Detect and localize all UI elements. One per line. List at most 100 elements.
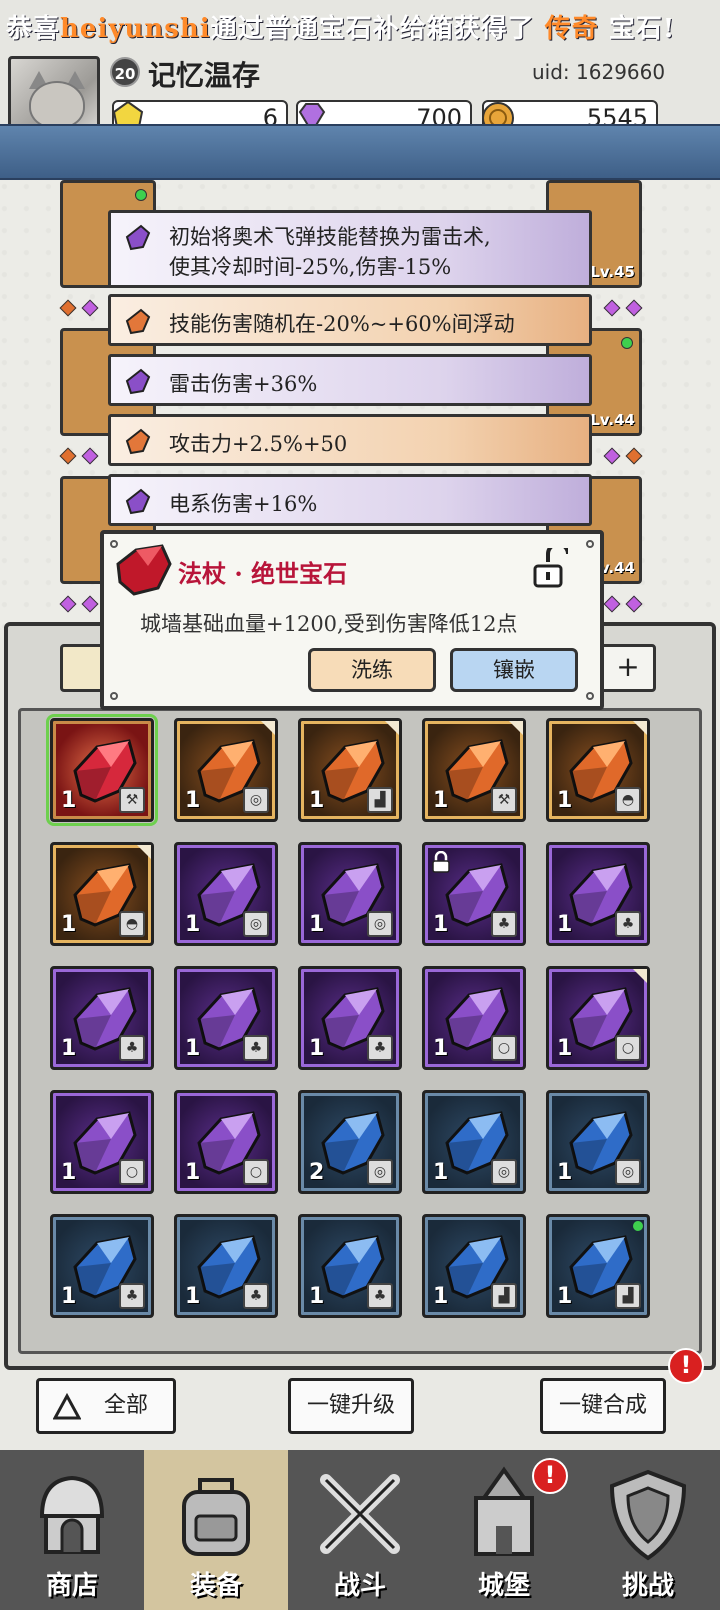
ring-slot-type-icon: ◎ [243, 787, 269, 813]
gem-title: 法杖 · 绝世宝石 [178, 559, 348, 588]
gem-slot[interactable]: 1 ◎ [422, 1090, 526, 1194]
gem-attribute-row: 初始将奥术飞弹技能替换为雷击术, 使其冷却时间-25%,伤害-15% [108, 210, 592, 288]
upgrade-all-button[interactable]: 一键升级 [288, 1378, 414, 1434]
orange-gem-icon [125, 308, 151, 335]
merge-all-button[interactable]: 一键合成 [540, 1378, 666, 1434]
gem-slot[interactable]: 1 ○ [546, 966, 650, 1070]
gem-slot[interactable]: 1 ◎ [174, 842, 278, 946]
gem-quantity: 1 [185, 1284, 201, 1309]
gem-slot[interactable]: 1 ♣ [174, 1214, 278, 1318]
ring-slot-type-icon: ◎ [243, 911, 269, 937]
gem-slot[interactable]: 1 ♣ [50, 966, 154, 1070]
armor-slot-type-icon: ♣ [119, 1283, 145, 1309]
gem-quantity: 1 [433, 788, 449, 813]
equipment-level: Lv.44 [590, 411, 635, 429]
crossed-swords-icon [320, 1474, 400, 1554]
gem-slot[interactable]: 1 ♣ [298, 966, 402, 1070]
nav-tab[interactable]: 商店 [0, 1450, 144, 1610]
refine-button[interactable]: 洗练 [308, 648, 436, 692]
corner-rivet [110, 692, 118, 700]
merge-alert-badge: ! [668, 1348, 704, 1384]
inlay-button[interactable]: 镶嵌 [450, 648, 578, 692]
gem-slot[interactable]: 1 ♣ [298, 1214, 402, 1318]
nav-tab-label: 战斗 [333, 1571, 386, 1601]
gem-slot[interactable]: 1 ◎ [546, 1090, 650, 1194]
corner-rivet [586, 692, 594, 700]
triangle-filter-icon [53, 1393, 81, 1420]
nav-tab-label: 商店 [45, 1571, 98, 1601]
armor-slot-type-icon: ♣ [119, 1035, 145, 1061]
gem-attribute-row: 技能伤害随机在-20%~+60%间浮动 [108, 294, 592, 346]
red-gem-icon [116, 544, 172, 596]
purple-gem-icon [125, 224, 151, 251]
boot-slot-type-icon: ▟ [491, 1283, 517, 1309]
helm-slot-type-icon: ◓ [615, 787, 641, 813]
armor-slot-type-icon: ♣ [615, 911, 641, 937]
gem-slot[interactable]: 1 ○ [422, 966, 526, 1070]
nav-alert-badge: ! [532, 1458, 568, 1494]
inventory-tab-add[interactable]: + [600, 644, 656, 692]
gem-slot[interactable]: 1 ♣ [422, 842, 526, 946]
gem-quantity: 1 [61, 1284, 77, 1309]
gem-quantity: 1 [433, 1284, 449, 1309]
boot-slot-type-icon: ▟ [615, 1283, 641, 1309]
gem-quantity: 1 [309, 788, 325, 813]
gem-attribute-row: 攻击力+2.5%+50 [108, 414, 592, 466]
nav-tab[interactable]: 城堡! [432, 1450, 576, 1610]
ring-slot-type-icon: ◎ [615, 1159, 641, 1185]
gem-slot[interactable]: 1 ⚒ [422, 718, 526, 822]
armor-slot-type-icon: ♣ [367, 1283, 393, 1309]
unlock-icon[interactable] [532, 548, 568, 590]
gem-slot[interactable]: 1 ◓ [50, 842, 154, 946]
gem-slot[interactable]: 1 ▟ [546, 1214, 650, 1318]
attribute-text: 技能伤害随机在-20%~+60%间浮动 [169, 312, 515, 336]
gem-quantity: 1 [557, 912, 573, 937]
gem-description: 城墙基础血量+1200,受到伤害降低12点 [140, 612, 518, 636]
gem-quantity: 1 [433, 912, 449, 937]
purple-gem-icon [125, 368, 151, 395]
filter-all-button[interactable]: 全部 [36, 1378, 176, 1434]
nav-tab[interactable]: 挑战 [576, 1450, 720, 1610]
gem-slot[interactable]: 1 ▟ [298, 718, 402, 822]
nav-tab[interactable]: 战斗 [288, 1450, 432, 1610]
gem-slot[interactable]: 1 ○ [50, 1090, 154, 1194]
announcement-banner [0, 124, 720, 180]
armor-slot-type-icon: ♣ [491, 911, 517, 937]
gem-quantity: 1 [557, 1036, 573, 1061]
staff-slot-type-icon: ⚒ [119, 787, 145, 813]
new-corner-flag [633, 721, 647, 735]
gem-slot[interactable]: 1 ▟ [422, 1214, 526, 1318]
gem-slot[interactable]: 2 ◎ [298, 1090, 402, 1194]
attribute-text: 使其冷却时间-25%,伤害-15% [169, 255, 452, 279]
gem-quantity: 1 [61, 1160, 77, 1185]
orange-gem-icon [125, 428, 151, 455]
gem-slot[interactable]: 1 ◓ [546, 718, 650, 822]
gem-quantity: 1 [185, 912, 201, 937]
nav-tab-label: 挑战 [621, 1571, 674, 1601]
player-uid: uid: 1629660 [532, 60, 666, 84]
new-corner-flag [385, 721, 399, 735]
gem-quantity: 1 [61, 912, 77, 937]
gem-slot[interactable]: 1 ◎ [174, 718, 278, 822]
shield-icon [609, 1469, 687, 1561]
gem-slot[interactable]: 1 ♣ [174, 966, 278, 1070]
backpack-icon [182, 1478, 250, 1556]
player-name: 记忆温存 [148, 59, 261, 92]
corner-rivet [586, 540, 594, 548]
equipment-level: Lv.45 [590, 263, 635, 281]
gem-slot[interactable]: 1 ○ [174, 1090, 278, 1194]
gem-quantity: 1 [557, 788, 573, 813]
gem-slot[interactable]: 1 ♣ [546, 842, 650, 946]
gem-quantity: 1 [61, 1036, 77, 1061]
gem-quantity: 1 [309, 1036, 325, 1061]
new-corner-flag [509, 721, 523, 735]
gem-slot[interactable]: 1 ◎ [298, 842, 402, 946]
new-corner-flag [633, 969, 647, 983]
new-corner-flag [261, 721, 275, 735]
gem-quantity: 1 [185, 1036, 201, 1061]
nav-tab[interactable]: 装备 [144, 1450, 288, 1610]
gem-detail-popup: 法杖 · 绝世宝石 城墙基础血量+1200,受到伤害降低12点 洗练 镶嵌 [100, 530, 604, 710]
gem-slot[interactable]: 1 ⚒ [46, 714, 158, 826]
gem-slot[interactable]: 1 ♣ [50, 1214, 154, 1318]
armor-slot-type-icon: ♣ [367, 1035, 393, 1061]
